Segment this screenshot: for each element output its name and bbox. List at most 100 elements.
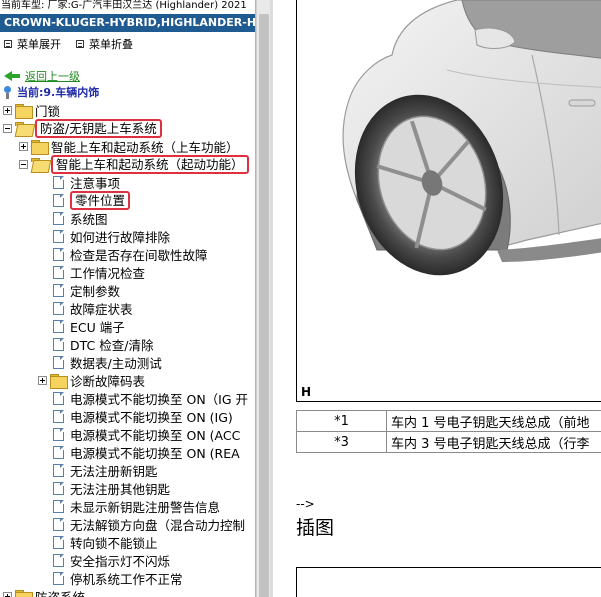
tree-item[interactable]: 门锁 bbox=[3, 101, 60, 119]
tree-item[interactable]: 如何进行故障排除 bbox=[53, 227, 170, 245]
document-icon bbox=[53, 193, 64, 207]
legend-row: *1 车内 1 号电子钥匙天线总成（前地 bbox=[296, 410, 601, 432]
section-title: 插图 bbox=[296, 517, 335, 539]
document-icon bbox=[53, 211, 64, 225]
document-icon bbox=[53, 445, 64, 459]
expand-node-icon[interactable] bbox=[3, 105, 12, 115]
tree-item-label: 智能上车和起动系统（上车功能） bbox=[51, 139, 239, 155]
tree-item-label: 工作情况检查 bbox=[70, 265, 146, 281]
collapse-node-icon[interactable] bbox=[3, 123, 12, 133]
tree-item[interactable]: 电源模式不能切换至 ON (ACC bbox=[53, 425, 240, 443]
tree-item[interactable]: 电源模式不能切换至 ON（IG 开 bbox=[53, 389, 248, 407]
back-link-row[interactable]: 返回上一级 bbox=[4, 68, 80, 84]
tree-item-label: 系统图 bbox=[70, 211, 108, 227]
folder-icon bbox=[31, 139, 49, 155]
tree-item-label: 如何进行故障排除 bbox=[70, 229, 171, 245]
collapse-menu-label: 菜单折叠 bbox=[89, 38, 133, 51]
tree-item-label: 未显示新钥匙注册警告信息 bbox=[70, 499, 221, 515]
vehicle-info-line: 当前车型: 厂家:G-广汽丰田汉兰达 (Highlander) 2021 bbox=[1, 0, 247, 11]
navigation-pane: 当前车型: 厂家:G-广汽丰田汉兰达 (Highlander) 2021 CRO… bbox=[0, 0, 256, 597]
tree-item[interactable]: 智能上车和起动系统（上车功能） bbox=[19, 137, 239, 155]
tree-item[interactable]: 诊断故障码表 bbox=[38, 371, 145, 389]
current-location: 当前:9.车辆内饰 bbox=[2, 84, 99, 100]
collapse-icon bbox=[76, 40, 84, 48]
collapse-menu-button[interactable]: 菜单折叠 bbox=[76, 36, 133, 52]
document-icon bbox=[53, 319, 64, 333]
folder-icon bbox=[50, 373, 68, 389]
document-icon bbox=[53, 337, 64, 351]
document-icon bbox=[53, 571, 64, 585]
back-link[interactable]: 返回上一级 bbox=[25, 68, 80, 84]
tree-item-label: 电源模式不能切换至 ON (REA bbox=[70, 445, 240, 461]
document-icon bbox=[53, 265, 64, 279]
collapse-node-icon[interactable] bbox=[19, 159, 28, 169]
location-pin-icon bbox=[2, 85, 13, 99]
tree-item[interactable]: 转向锁不能锁止 bbox=[53, 533, 158, 551]
tree-item[interactable]: 智能上车和起动系统（起动功能） bbox=[19, 154, 249, 174]
document-icon bbox=[53, 463, 64, 477]
tree-item[interactable]: 无法注册其他钥匙 bbox=[53, 479, 170, 497]
illustration-frame bbox=[296, 567, 601, 597]
open-folder-icon bbox=[15, 121, 32, 135]
document-icon bbox=[53, 427, 64, 441]
tree-item[interactable]: 防盗系统 bbox=[3, 587, 85, 597]
tree-item[interactable]: 定制参数 bbox=[53, 281, 120, 299]
tree-item[interactable]: 停机系统工作不正常 bbox=[53, 569, 183, 587]
document-icon bbox=[53, 283, 64, 297]
tree-item[interactable]: 故障症状表 bbox=[53, 299, 133, 317]
tree-item[interactable]: 电源模式不能切换至 ON (IG) bbox=[53, 407, 233, 425]
content-pane: H *1 车内 1 号电子钥匙天线总成（前地 *3 车内 3 号电子钥匙天线总成（行李… bbox=[273, 0, 601, 597]
tree-item-label: 定制参数 bbox=[70, 283, 121, 299]
legend-description: 车内 1 号电子钥匙天线总成（前地 bbox=[386, 410, 601, 432]
tree-item-label: 电源模式不能切换至 ON（IG 开 bbox=[70, 391, 249, 407]
tree-item-label: 安全指示灯不闪烁 bbox=[70, 553, 171, 569]
tree-item-label: 检查是否存在间歇性故障 bbox=[70, 247, 208, 263]
document-icon bbox=[53, 229, 64, 243]
expand-menu-button[interactable]: 菜单展开 bbox=[4, 36, 61, 52]
figure-label: H bbox=[301, 385, 312, 399]
tree-item-label: 停机系统工作不正常 bbox=[70, 571, 183, 587]
document-icon bbox=[53, 175, 64, 189]
tree-item[interactable]: ECU 端子 bbox=[53, 317, 125, 335]
legend-table: *1 车内 1 号电子钥匙天线总成（前地 *3 车内 3 号电子钥匙天线总成（行李 bbox=[296, 410, 601, 453]
tree-item[interactable]: 防盗/无钥匙上车系统 bbox=[3, 118, 162, 138]
expand-node-icon[interactable] bbox=[38, 375, 47, 385]
tree-item[interactable]: 数据表/主动测试 bbox=[53, 353, 162, 371]
tree-item[interactable]: 无法解锁方向盘（混合动力控制 bbox=[53, 515, 245, 533]
tree-item[interactable]: 安全指示灯不闪烁 bbox=[53, 551, 170, 569]
tree-item[interactable]: 无法注册新钥匙 bbox=[53, 461, 158, 479]
tree-item-label: DTC 检查/清除 bbox=[70, 337, 154, 353]
tree-item-label: 转向锁不能锁止 bbox=[70, 535, 158, 551]
document-icon bbox=[53, 391, 64, 405]
tree-item[interactable]: 电源模式不能切换至 ON (REA bbox=[53, 443, 240, 461]
document-icon bbox=[53, 301, 64, 315]
tree-item-label: 无法解锁方向盘（混合动力控制 bbox=[70, 517, 246, 533]
tree-item-label: 防盗/无钥匙上车系统 bbox=[35, 118, 162, 138]
model-title-bar: CROWN-KLUGER-HYBRID,HIGHLANDER-HYBRID bbox=[0, 14, 255, 32]
vertical-scrollbar[interactable] bbox=[256, 0, 270, 597]
tree-item[interactable]: 系统图 bbox=[53, 209, 108, 227]
document-icon bbox=[53, 535, 64, 549]
document-icon bbox=[53, 355, 64, 369]
tree-item-label: 注意事项 bbox=[70, 175, 121, 191]
tree-item[interactable]: 零件位置 bbox=[53, 190, 131, 210]
stray-comment-text: --> bbox=[296, 497, 315, 511]
expand-node-icon[interactable] bbox=[19, 141, 28, 151]
folder-icon bbox=[15, 103, 33, 119]
tree-item[interactable]: DTC 检查/清除 bbox=[53, 335, 153, 353]
tree-item-label: 无法注册其他钥匙 bbox=[70, 481, 171, 497]
tree-item-label: 门锁 bbox=[35, 103, 61, 119]
document-icon bbox=[53, 481, 64, 495]
tree-item[interactable]: 注意事项 bbox=[53, 173, 120, 191]
legend-description: 车内 3 号电子钥匙天线总成（行李 bbox=[386, 431, 601, 453]
tree-item[interactable]: 未显示新钥匙注册警告信息 bbox=[53, 497, 220, 515]
document-icon bbox=[53, 553, 64, 567]
document-icon bbox=[53, 499, 64, 513]
tree-item[interactable]: 检查是否存在间歇性故障 bbox=[53, 245, 208, 263]
scrollbar-thumb[interactable] bbox=[259, 14, 269, 597]
tree-item[interactable]: 工作情况检查 bbox=[53, 263, 145, 281]
expand-node-icon[interactable] bbox=[3, 591, 12, 597]
legend-number: *1 bbox=[296, 410, 387, 432]
tree-item-label: 电源模式不能切换至 ON (ACC bbox=[70, 427, 241, 443]
tree-item-label: ECU 端子 bbox=[70, 319, 125, 335]
